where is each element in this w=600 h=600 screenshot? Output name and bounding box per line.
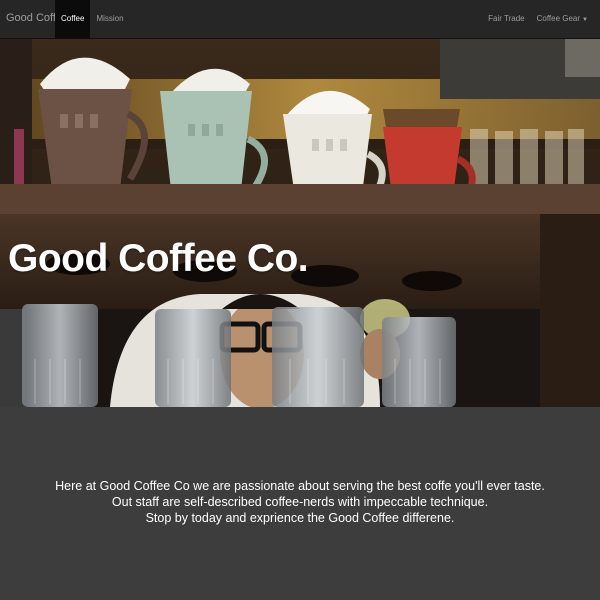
intro-line-1: Here at Good Coffee Co we are passionate… xyxy=(55,479,545,493)
nav-item-coffee-gear-label: Coffee Gear xyxy=(536,14,581,23)
nav-item-coffee-gear[interactable]: Coffee Gear ▼ xyxy=(531,0,594,38)
caret-down-icon: ▼ xyxy=(582,17,588,23)
nav-item-coffee[interactable]: Coffee xyxy=(55,0,91,38)
nav-item-mission[interactable]: Mission xyxy=(90,0,129,38)
intro-text: Here at Good Coffee Co we are passionate… xyxy=(0,478,600,526)
navbar: Good Coffee Coffee Mission Fair Trade Co… xyxy=(0,0,600,39)
hero-image xyxy=(0,39,600,407)
intro-line-3: Stop by today and exprience the Good Cof… xyxy=(145,511,455,525)
nav-right: Fair Trade Coffee Gear ▼ xyxy=(482,0,594,38)
hero-banner: Good Coffee Co. xyxy=(0,39,600,407)
nav-item-fair-trade[interactable]: Fair Trade xyxy=(482,0,530,38)
nav-left: Coffee Mission xyxy=(55,0,130,38)
intro-line-2: Out staff are self-described coffee-nerd… xyxy=(111,495,489,509)
hero-title: Good Coffee Co. xyxy=(8,237,309,281)
